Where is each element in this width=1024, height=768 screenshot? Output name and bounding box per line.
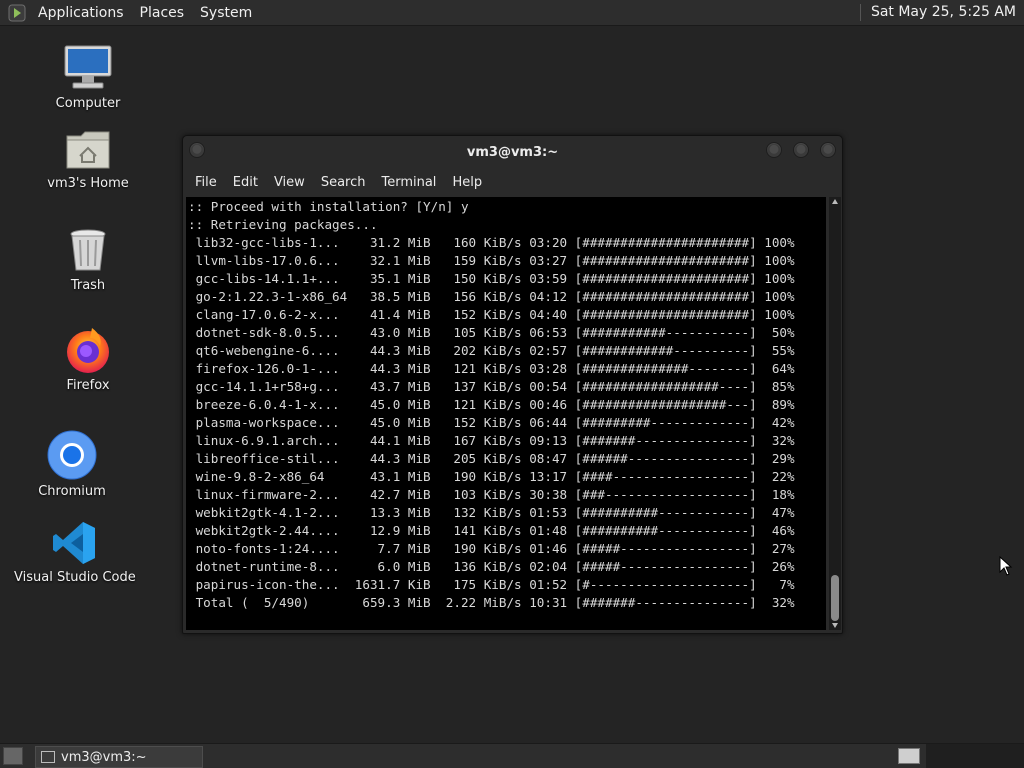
menu-terminal[interactable]: Terminal	[373, 175, 444, 190]
desktop-icon-label: vm3's Home	[47, 176, 129, 191]
mouse-pointer-icon	[999, 556, 1013, 576]
maximize-button[interactable]	[793, 142, 809, 158]
desktop-icon-computer[interactable]: Computer	[48, 44, 128, 111]
terminal-line: firefox-126.0-1-... 44.3 MiB 121 KiB/s 0…	[195, 361, 795, 376]
clock[interactable]: Sat May 25, 5:25 AM	[859, 4, 1020, 21]
computer-icon	[64, 45, 112, 89]
taskbar-terminal-button[interactable]: vm3@vm3:~	[35, 746, 203, 768]
terminal-line: papirus-icon-the... 1631.7 KiB 175 KiB/s…	[195, 577, 795, 592]
taskbar-terminal-label: vm3@vm3:~	[61, 749, 147, 765]
desktop-icon-home[interactable]: vm3's Home	[43, 128, 133, 191]
desktop-icon-label: Firefox	[66, 378, 110, 393]
terminal-icon	[41, 751, 55, 763]
desktop-icon-label: Chromium	[38, 484, 106, 499]
window-title: vm3@vm3:~	[466, 144, 559, 160]
home-folder-icon	[66, 131, 110, 169]
scroll-up-arrow-icon[interactable]	[832, 199, 838, 204]
terminal-line: gcc-libs-14.1.1+... 35.1 MiB 150 KiB/s 0…	[195, 271, 795, 286]
menu-help[interactable]: Help	[444, 175, 490, 190]
trash-icon	[70, 229, 106, 271]
menu-edit[interactable]: Edit	[225, 175, 266, 190]
menu-file[interactable]: File	[187, 175, 225, 190]
window-titlebar[interactable]: vm3@vm3:~	[183, 136, 842, 168]
close-button[interactable]	[820, 142, 836, 158]
desktop-icon-label: Visual Studio Code	[14, 570, 136, 585]
terminal-line: plasma-workspace... 45.0 MiB 152 KiB/s 0…	[195, 415, 795, 430]
terminal-line: Total ( 5/490) 659.3 MiB 2.22 MiB/s 10:3…	[195, 595, 795, 610]
terminal-line: gcc-14.1.1+r58+g... 43.7 MiB 137 KiB/s 0…	[195, 379, 795, 394]
workspace-area[interactable]	[926, 744, 1024, 768]
terminal-output[interactable]: :: Proceed with installation? [Y/n] y ::…	[186, 197, 826, 630]
terminal-line: libreoffice-stil... 44.3 MiB 205 KiB/s 0…	[195, 451, 795, 466]
terminal-line: dotnet-runtime-8... 6.0 MiB 136 KiB/s 02…	[195, 559, 795, 574]
chromium-icon	[47, 430, 97, 480]
desktop-icon-vscode[interactable]: Visual Studio Code	[14, 520, 136, 585]
terminal-line: lib32-gcc-libs-1... 31.2 MiB 160 KiB/s 0…	[195, 235, 795, 250]
terminal-line: webkit2gtk-2.44.... 12.9 MiB 141 KiB/s 0…	[195, 523, 795, 538]
terminal-line: linux-6.9.1.arch... 44.1 MiB 167 KiB/s 0…	[195, 433, 795, 448]
workspace-switcher[interactable]	[898, 748, 920, 764]
window-menu-button[interactable]	[189, 142, 205, 158]
desktop-icon-label: Computer	[55, 96, 121, 111]
applications-menu[interactable]: Applications	[30, 5, 132, 21]
terminal-line: webkit2gtk-4.1-2... 13.3 MiB 132 KiB/s 0…	[195, 505, 795, 520]
terminal-line: :: Proceed with installation? [Y/n] y	[188, 199, 469, 214]
top-panel: Applications Places System Sat May 25, 5…	[0, 0, 1024, 26]
terminal-line: noto-fonts-1:24.... 7.7 MiB 190 KiB/s 01…	[195, 541, 795, 556]
places-menu[interactable]: Places	[132, 5, 193, 21]
terminal-line: :: Retrieving packages...	[188, 217, 378, 232]
system-menu[interactable]: System	[192, 5, 260, 21]
terminal-line: wine-9.8-2-x86_64 43.1 MiB 190 KiB/s 13:…	[195, 469, 795, 484]
terminal-window[interactable]: vm3@vm3:~ File Edit View Search Terminal…	[182, 135, 843, 634]
terminal-line: llvm-libs-17.0.6... 32.1 MiB 159 KiB/s 0…	[195, 253, 795, 268]
bottom-panel: vm3@vm3:~	[0, 743, 1024, 768]
terminal-line: qt6-webengine-6.... 44.3 MiB 202 KiB/s 0…	[195, 343, 795, 358]
terminal-line: dotnet-sdk-8.0.5... 43.0 MiB 105 KiB/s 0…	[195, 325, 795, 340]
scroll-down-arrow-icon[interactable]	[832, 623, 838, 628]
show-desktop-icon[interactable]	[3, 747, 23, 765]
terminal-line: breeze-6.0.4-1-x... 45.0 MiB 121 KiB/s 0…	[195, 397, 795, 412]
minimize-button[interactable]	[766, 142, 782, 158]
desktop-icon-chromium[interactable]: Chromium	[32, 430, 112, 499]
distro-logo-icon[interactable]	[8, 4, 26, 22]
menu-view[interactable]: View	[266, 175, 313, 190]
terminal-line: go-2:1.22.3-1-x86_64 38.5 MiB 156 KiB/s …	[195, 289, 795, 304]
desktop-icon-firefox[interactable]: Firefox	[48, 326, 128, 393]
firefox-icon	[67, 328, 109, 373]
terminal-line: linux-firmware-2... 42.7 MiB 103 KiB/s 3…	[195, 487, 795, 502]
terminal-line: clang-17.0.6-2-x... 41.4 MiB 152 KiB/s 0…	[195, 307, 795, 322]
terminal-menubar: File Edit View Search Terminal Help	[183, 168, 842, 196]
terminal-text: :: Proceed with installation? [Y/n] y ::…	[186, 197, 826, 612]
scrollbar-thumb[interactable]	[831, 575, 839, 621]
desktop-icon-trash[interactable]: Trash	[48, 228, 128, 293]
vscode-icon	[53, 522, 95, 564]
desktop-icon-label: Trash	[70, 278, 106, 293]
menu-search[interactable]: Search	[313, 175, 374, 190]
terminal-scrollbar[interactable]	[829, 197, 841, 630]
